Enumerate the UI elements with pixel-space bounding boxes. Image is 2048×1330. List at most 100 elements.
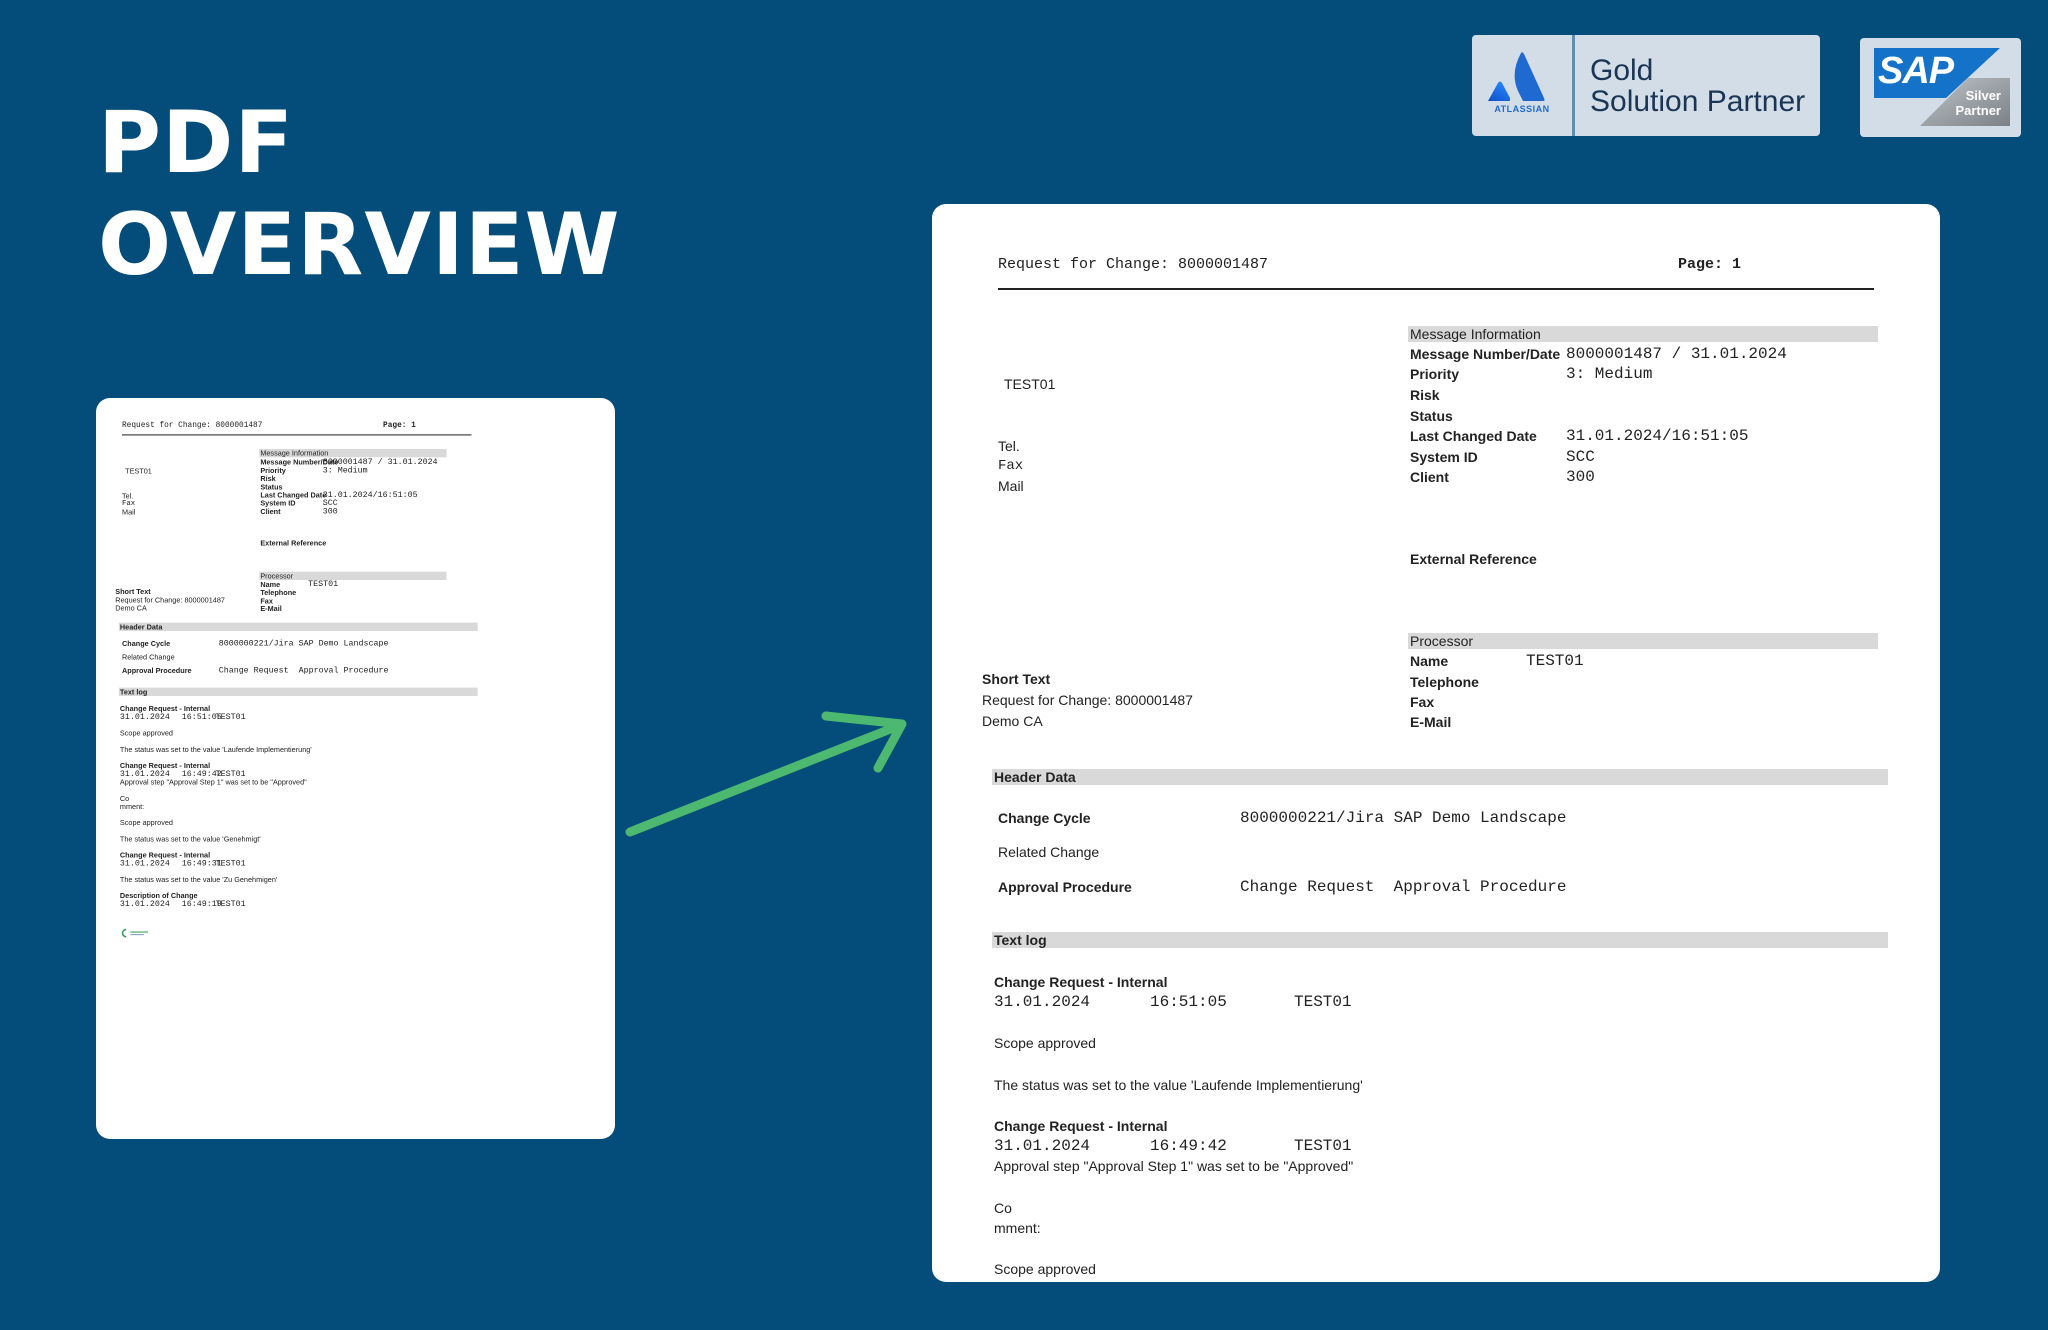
client-label: Client — [260, 507, 281, 516]
solution-partner-label: Solution Partner — [1590, 85, 1806, 118]
short-text-label: Short Text — [982, 671, 1051, 687]
client-value: 300 — [1566, 468, 1595, 486]
last-changed-label: Last Changed Date — [1410, 428, 1537, 444]
log-text-line: Scope approved — [994, 1261, 1096, 1277]
status-label: Status — [1410, 408, 1453, 424]
headline-line-1: PDF — [98, 93, 295, 193]
processor-fax-label: Fax — [1410, 694, 1435, 710]
log-entry-date: 31.01.2024 — [994, 993, 1091, 1011]
priority-value: 3: Medium — [322, 465, 368, 475]
log-text-line: Scope approved — [994, 1035, 1096, 1051]
priority-label: Priority — [260, 466, 286, 475]
log-entry-date: 31.01.2024 — [119, 712, 170, 722]
client-value: 300 — [322, 506, 338, 517]
processor-email-label: E-Mail — [1410, 714, 1452, 730]
change-cycle-value: 8000000221/Jira SAP Demo Landscape — [218, 638, 389, 649]
headline-line-2: OVERVIEW — [98, 195, 621, 295]
log-text-line: Scope approved — [119, 818, 173, 827]
external-reference-label: External Reference — [260, 538, 327, 548]
log-text-line: mment: — [119, 802, 145, 811]
log-text-line: The status was set to the value 'Laufend… — [119, 745, 312, 754]
doc-page-number: Page: 1 — [383, 420, 416, 430]
requester-fax: Fax — [122, 499, 136, 508]
company-logo-icon — [121, 928, 148, 938]
sap-partner-badge: SAP Silver Partner — [1860, 38, 2021, 137]
priority-label: Priority — [1410, 366, 1460, 382]
atlassian-partner-badge: ATLASSIAN Gold Solution Partner — [1472, 35, 1820, 136]
system-id-label: System ID — [1410, 449, 1478, 465]
processor-name-label: Name — [1410, 653, 1449, 669]
message-number-label: Message Number/Date — [1410, 346, 1561, 362]
requester-mail: Mail — [122, 507, 136, 517]
message-info-heading: Message Information — [260, 448, 329, 458]
processor-telephone-label: Telephone — [1410, 674, 1479, 690]
log-text-line: Approval step "Approval Step 1" was set … — [994, 1158, 1354, 1174]
pdf-thumbnail: Request for Change: 8000001487 Page: 1 M… — [96, 398, 615, 1139]
log-entry-time: 16:51:05 — [1150, 993, 1227, 1011]
processor-name-value: TEST01 — [1526, 652, 1584, 670]
approval-procedure-value: Change Request Approval Procedure — [1240, 878, 1567, 896]
log-text-line: Approval step "Approval Step 1" was set … — [119, 777, 307, 786]
doc-page-number: Page: 1 — [1678, 256, 1742, 273]
processor-name-value: TEST01 — [308, 579, 339, 589]
sap-wordmark: SAP — [1878, 50, 1954, 92]
document-page-thumb: Request for Change: 8000001487 Page: 1 M… — [96, 398, 615, 959]
doc-title-rule — [998, 288, 1874, 290]
change-cycle-label: Change Cycle — [998, 810, 1091, 826]
silver-label: Silver — [1965, 88, 2001, 103]
system-id-value: SCC — [1566, 448, 1595, 466]
requester-name: TEST01 — [1004, 376, 1056, 392]
change-cycle-label: Change Cycle — [122, 639, 171, 648]
log-entry-user: TEST01 — [1294, 993, 1352, 1011]
processor-name-label: Name — [260, 580, 281, 589]
gold-solution-partner-text: Gold Solution Partner — [1590, 55, 1805, 117]
related-change-label: Related Change — [122, 652, 175, 662]
log-text-line: The status was set to the value 'Genehmi… — [119, 834, 261, 844]
text-log-heading: Text log — [119, 687, 148, 696]
system-id-label: System ID — [260, 498, 296, 508]
processor-email-label: E-Mail — [260, 604, 282, 613]
page-headline: PDF OVERVIEW — [98, 92, 621, 296]
log-entry-user: TEST01 — [215, 858, 246, 869]
log-entry-user: TEST01 — [215, 899, 246, 909]
arrow-icon — [625, 711, 907, 837]
approval-procedure-label: Approval Procedure — [998, 879, 1132, 895]
log-text-line: Scope approved — [119, 728, 173, 738]
requester-tel: Tel. — [998, 438, 1020, 454]
log-entry-time: 16:49:42 — [1150, 1137, 1227, 1155]
header-data-heading: Header Data — [994, 769, 1076, 785]
atlassian-logo-icon — [1472, 35, 1572, 136]
log-entry-type: Change Request - Internal — [994, 1118, 1168, 1134]
risk-label: Risk — [260, 474, 276, 483]
message-info-heading: Message Information — [1410, 326, 1541, 342]
log-text-line: The status was set to the value 'Laufend… — [994, 1077, 1363, 1093]
text-log-heading: Text log — [994, 932, 1047, 948]
risk-label: Risk — [1410, 387, 1440, 403]
log-entry-date: 31.01.2024 — [119, 899, 170, 909]
silver-partner-text: Silver Partner — [1955, 88, 2001, 118]
doc-title-rule — [122, 434, 472, 436]
log-text-line: The status was set to the value 'Zu Gene… — [119, 875, 278, 884]
doc-title: Request for Change: 8000001487 — [122, 420, 263, 430]
log-entry-type: Change Request - Internal — [994, 974, 1168, 990]
processor-heading: Processor — [260, 571, 294, 580]
processor-telephone-label: Telephone — [260, 588, 297, 597]
message-number-value: 8000001487 / 31.01.2024 — [1566, 345, 1787, 363]
log-entry-date: 31.01.2024 — [119, 858, 170, 869]
requester-name: TEST01 — [125, 466, 152, 475]
last-changed-value: 31.01.2024/16:51:05 — [1566, 427, 1749, 445]
short-text-line-1: Request for Change: 8000001487 — [982, 692, 1193, 708]
log-text-line: mment: — [994, 1220, 1041, 1236]
change-cycle-value: 8000000221/Jira SAP Demo Landscape — [1240, 809, 1567, 827]
last-changed-label: Last Changed Date — [260, 490, 327, 499]
gold-label: Gold — [1590, 54, 1654, 87]
approval-procedure-label: Approval Procedure — [122, 666, 192, 675]
partner-label: Partner — [1955, 103, 2001, 118]
log-entry-date: 31.01.2024 — [994, 1137, 1091, 1155]
approval-procedure-value: Change Request Approval Procedure — [218, 665, 389, 676]
processor-heading: Processor — [1410, 633, 1474, 649]
requester-mail: Mail — [998, 478, 1024, 494]
short-text-line-1: Request for Change: 8000001487 — [115, 595, 225, 604]
related-change-label: Related Change — [998, 844, 1100, 860]
external-reference-label: External Reference — [1410, 551, 1537, 567]
